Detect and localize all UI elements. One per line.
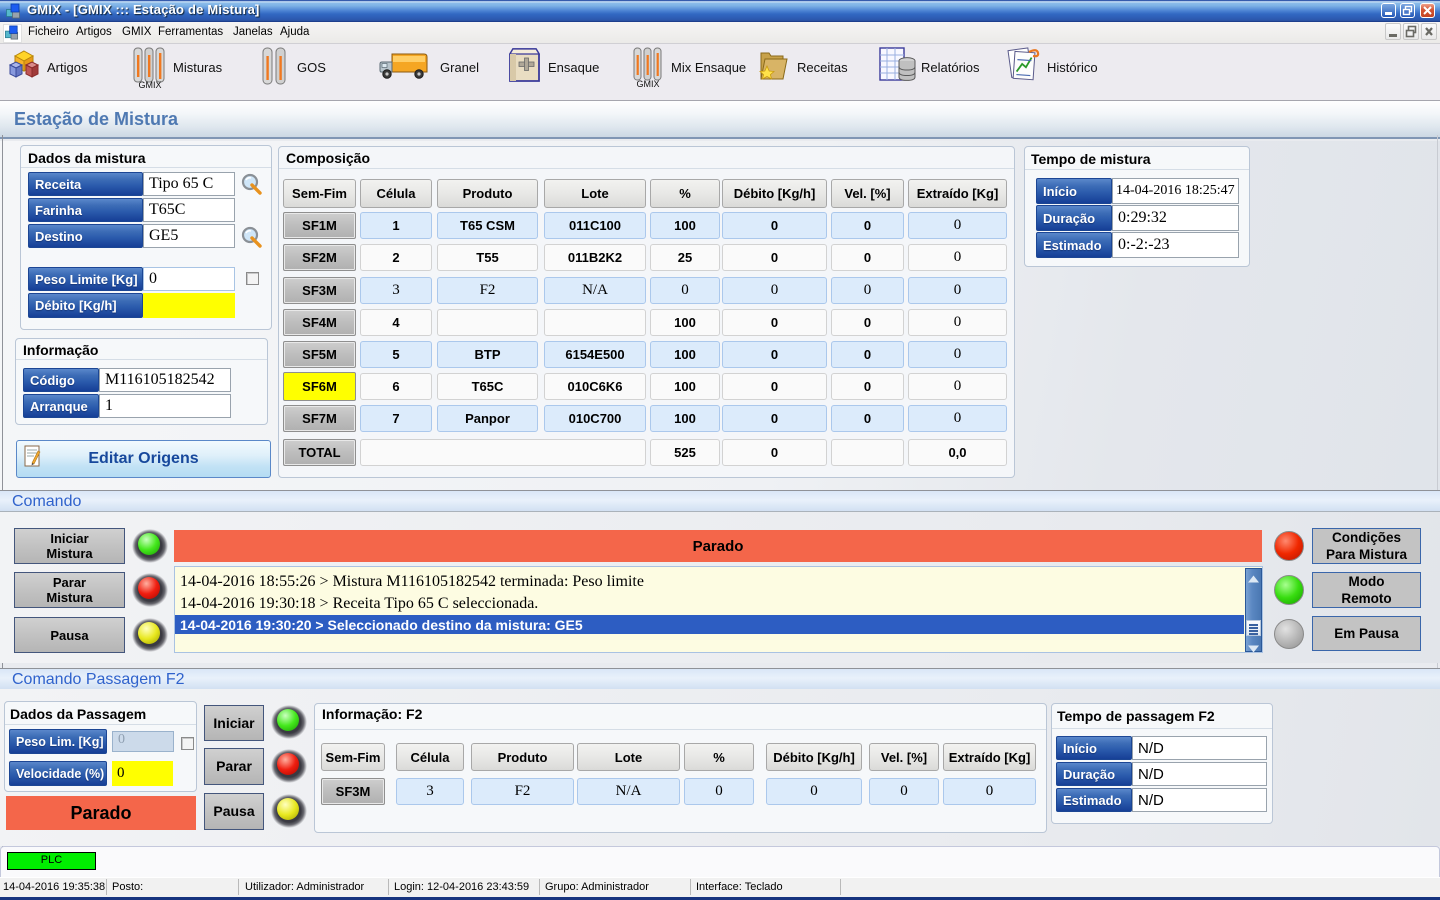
svg-text:GMIX: GMIX — [636, 79, 659, 89]
svg-text:GMIX: GMIX — [138, 80, 161, 89]
